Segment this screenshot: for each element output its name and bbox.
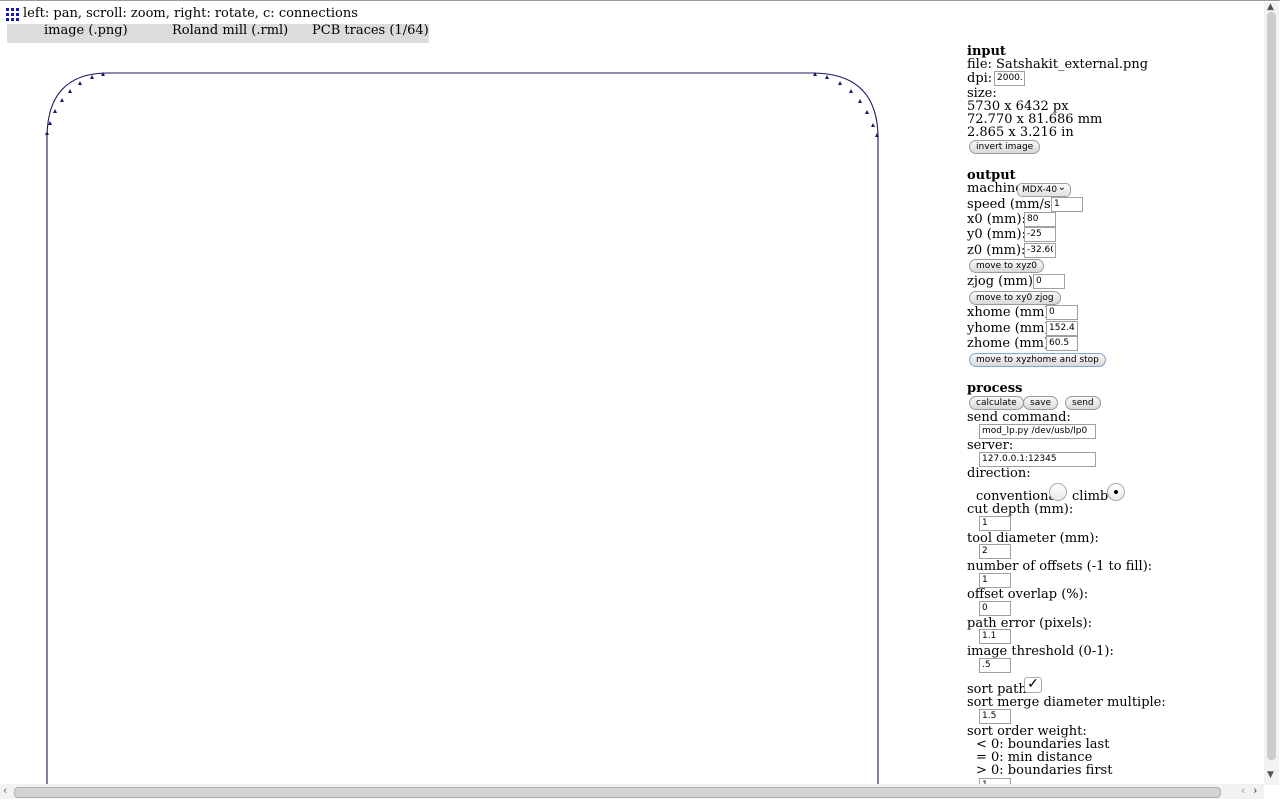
trace-arrowhead	[865, 110, 869, 114]
calculate-button[interactable]: calculate	[969, 396, 1024, 410]
machine-label: machine	[967, 181, 1023, 196]
climb-radio[interactable]	[1107, 483, 1125, 501]
vertical-scrollbar[interactable]: ▲ ▼	[1264, 2, 1279, 785]
invert-image-button[interactable]: invert image	[969, 140, 1041, 154]
settings-panel: input file: Satshakit_external.png dpi: …	[967, 44, 1257, 784]
zjog-label: zjog (mm):	[967, 274, 1038, 289]
sort-path-checkbox[interactable]: ✓	[1024, 677, 1042, 693]
move-to-xyzhome-button[interactable]: move to xyzhome and stop	[969, 353, 1106, 367]
checkmark-icon: ✓	[1027, 676, 1039, 692]
merge-multiple-label: sort merge diameter multiple:	[967, 695, 1166, 710]
move-to-xy0-zjog-button[interactable]: move to xy0 zjog	[969, 291, 1061, 305]
trace-arrowhead	[90, 75, 94, 79]
xhome-input[interactable]	[1046, 305, 1078, 320]
speed-label: speed (mm/s):	[967, 197, 1061, 212]
help-text: left: pan, scroll: zoom, right: rotate, …	[23, 6, 358, 21]
offsets-input[interactable]	[979, 573, 1011, 588]
threshold-label: image threshold (0-1):	[967, 644, 1114, 659]
vertical-scroll-thumb[interactable]	[1267, 12, 1276, 760]
yhome-input[interactable]	[1046, 321, 1078, 336]
window-top-border	[0, 0, 1280, 1]
format-menu-bar: image (.png) Roland mill (.rml) PCB trac…	[7, 24, 429, 43]
tool-diameter-input[interactable]	[979, 544, 1011, 559]
overlap-input[interactable]	[979, 601, 1011, 616]
horizontal-scrollbar[interactable]: ‹ ‹ ›	[0, 784, 1264, 799]
x0-label: x0 (mm):	[967, 212, 1026, 227]
toolpath-direction-arrows	[45, 72, 879, 137]
server-input[interactable]	[979, 452, 1096, 467]
trace-arrowhead	[45, 131, 49, 135]
scroll-up-arrow-icon[interactable]: ▲	[1267, 2, 1274, 12]
trace-arrowhead	[78, 81, 82, 85]
machine-select[interactable]: MDX-40 ⌄	[1017, 182, 1071, 197]
zhome-input[interactable]	[1046, 336, 1078, 351]
threshold-input[interactable]	[979, 658, 1011, 673]
y0-label: y0 (mm):	[967, 227, 1026, 242]
climb-label: climb	[1072, 489, 1109, 504]
menu-pcb-traces[interactable]: PCB traces (1/64)	[312, 24, 429, 43]
app-grid-icon[interactable]	[6, 8, 19, 21]
y0-input[interactable]	[1024, 227, 1056, 242]
toolpath-canvas[interactable]	[0, 45, 955, 785]
z0-label: z0 (mm):	[967, 243, 1026, 258]
xhome-label: xhome (mm):	[967, 305, 1054, 320]
move-to-xyz0-button[interactable]: move to xyz0	[969, 259, 1044, 273]
speed-input[interactable]	[1051, 197, 1083, 212]
scroll-left-arrow-icon[interactable]: ‹	[1241, 784, 1245, 797]
size-in-value: 2.865 x 3.216 in	[967, 125, 1074, 140]
path-error-input[interactable]	[979, 629, 1011, 644]
send-command-input[interactable]	[979, 424, 1096, 439]
save-button[interactable]: save	[1023, 396, 1059, 410]
trace-arrowhead	[68, 89, 72, 93]
send-button[interactable]: send	[1065, 396, 1101, 410]
menu-roland-mill-rml[interactable]: Roland mill (.rml)	[172, 24, 288, 43]
menu-image-png[interactable]: image (.png)	[44, 24, 128, 43]
offsets-label: number of offsets (-1 to fill):	[967, 559, 1153, 574]
file-name-label: file: Satshakit_external.png	[967, 57, 1149, 72]
radio-selected-dot	[1114, 490, 1118, 494]
trace-arrowhead	[858, 99, 862, 103]
overlap-label: offset overlap (%):	[967, 587, 1089, 602]
server-label: server:	[967, 438, 1014, 453]
trace-arrowhead	[60, 98, 64, 102]
x0-input[interactable]	[1024, 212, 1056, 227]
dpi-label: dpi:	[967, 71, 993, 86]
scroll-right-arrow-icon[interactable]: ›	[1253, 784, 1257, 797]
cut-depth-label: cut depth (mm):	[967, 502, 1074, 517]
cut-depth-input[interactable]	[979, 516, 1011, 531]
machine-select-value: MDX-40	[1022, 185, 1058, 195]
process-section-header: process	[967, 381, 1023, 396]
z0-input[interactable]	[1024, 243, 1056, 258]
scroll-down-arrow-icon[interactable]: ▼	[1267, 770, 1274, 780]
trace-arrowhead	[53, 109, 57, 113]
trace-arrowhead	[825, 75, 829, 79]
zjog-input[interactable]	[1033, 274, 1065, 289]
order-weight-hint-first: > 0: boundaries first	[976, 763, 1113, 778]
conventional-radio[interactable]	[1049, 483, 1067, 501]
merge-multiple-input[interactable]	[979, 709, 1011, 724]
chevron-down-icon: ⌄	[1057, 182, 1066, 193]
trace-arrowhead	[849, 89, 853, 93]
direction-label: direction:	[967, 466, 1031, 481]
trace-arrowhead	[871, 123, 875, 127]
horizontal-scroll-thumb[interactable]	[14, 787, 1221, 798]
scroll-left-arrow-icon[interactable]: ‹	[3, 784, 7, 797]
dpi-input[interactable]	[994, 71, 1025, 86]
yhome-label: yhome (mm):	[967, 321, 1054, 336]
zhome-label: zhome (mm):	[967, 336, 1054, 351]
toolpath-trace	[46, 72, 879, 785]
send-command-label: send command:	[967, 410, 1071, 425]
trace-arrowhead	[838, 81, 842, 85]
